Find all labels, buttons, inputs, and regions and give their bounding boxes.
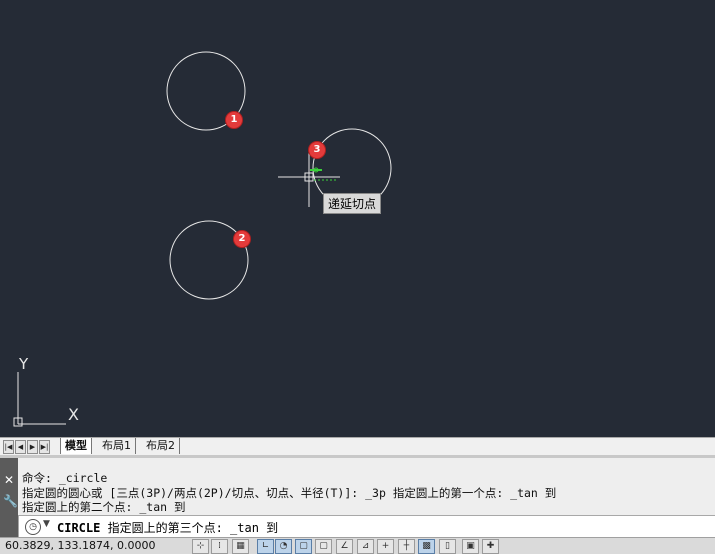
polar-icon[interactable]: ∟ bbox=[257, 539, 274, 554]
wrench-icon[interactable]: 🔧 bbox=[3, 495, 18, 507]
next-layout-icon[interactable]: ▶ bbox=[27, 440, 38, 454]
command-line-handle[interactable]: ✕ 🔧 bbox=[0, 458, 18, 540]
last-layout-icon[interactable]: ▶| bbox=[39, 440, 50, 454]
marker-3: 3 bbox=[309, 142, 325, 158]
tab-layout1[interactable]: 布局1 bbox=[98, 438, 136, 454]
snap-icon[interactable]: ⊹ bbox=[192, 539, 209, 554]
canvas-drawing bbox=[13, 51, 392, 427]
command-line-panel: ✕ 🔧 命令: _circle 指定圆的圆心或 [三点(3P)/两点(2P)/切… bbox=[0, 455, 715, 540]
command-prompt: CIRCLE 指定圆上的第三个点: _tan 到 bbox=[57, 519, 278, 536]
close-icon[interactable]: ✕ bbox=[3, 474, 15, 486]
otrack-icon[interactable]: ▢ bbox=[315, 539, 332, 554]
command-prompt-text: 指定圆上的第三个点: _tan 到 bbox=[100, 521, 279, 535]
osnap-icon[interactable]: ◔ bbox=[275, 539, 292, 554]
quickprops-icon[interactable]: ▯ bbox=[439, 539, 456, 554]
command-history-line: 指定圆上的第二个点: _tan 到 bbox=[22, 500, 186, 514]
marker-2: 2 bbox=[234, 231, 250, 247]
ucs-icon bbox=[13, 372, 66, 427]
layout-tab-bar: |◀ ◀ ▶ ▶| 模型 布局1 布局2 bbox=[0, 437, 715, 455]
ucs-x-label: X bbox=[68, 405, 79, 424]
first-layout-icon[interactable]: |◀ bbox=[3, 440, 14, 454]
ortho-icon[interactable]: ▦ bbox=[232, 539, 249, 554]
prev-layout-icon[interactable]: ◀ bbox=[15, 440, 26, 454]
recent-commands-icon[interactable]: ◷ bbox=[25, 519, 41, 535]
grid-icon[interactable]: ⁞ bbox=[211, 539, 228, 554]
cursor-cross-icon[interactable]: ┼ bbox=[398, 539, 415, 554]
ducs-icon[interactable]: ∠ bbox=[336, 539, 353, 554]
dyn-icon[interactable]: ⊿ bbox=[357, 539, 374, 554]
status-bar: 60.3829, 133.1874, 0.0000 ⊹ ⁞ ▦ ∟ ◔ ▢ ▢ … bbox=[0, 537, 715, 554]
coordinate-readout[interactable]: 60.3829, 133.1874, 0.0000 bbox=[5, 539, 155, 552]
marker-1: 1 bbox=[226, 112, 242, 128]
selection-cycling-icon[interactable]: ▣ bbox=[462, 539, 479, 554]
ucs-y-label: Y bbox=[19, 355, 29, 373]
3dosnap-icon[interactable]: ▢ bbox=[295, 539, 312, 554]
lineweight-icon[interactable]: + bbox=[377, 539, 394, 554]
tab-model[interactable]: 模型 bbox=[60, 438, 92, 454]
drawing-canvas[interactable]: 1 2 3 递延切点 Y X bbox=[0, 0, 715, 437]
chevron-down-icon[interactable]: ▼ bbox=[43, 519, 50, 529]
annotation-monitor-icon[interactable]: ✚ bbox=[482, 539, 499, 554]
transparency-icon[interactable]: ▩ bbox=[418, 539, 435, 554]
snap-tooltip: 递延切点 bbox=[323, 193, 382, 214]
command-keyword: CIRCLE bbox=[57, 521, 101, 535]
command-input[interactable]: ◷ ▼ CIRCLE 指定圆上的第三个点: _tan 到 bbox=[18, 515, 715, 539]
command-history-line: 命令: _circle bbox=[22, 471, 108, 485]
tab-layout2[interactable]: 布局2 bbox=[142, 438, 180, 454]
